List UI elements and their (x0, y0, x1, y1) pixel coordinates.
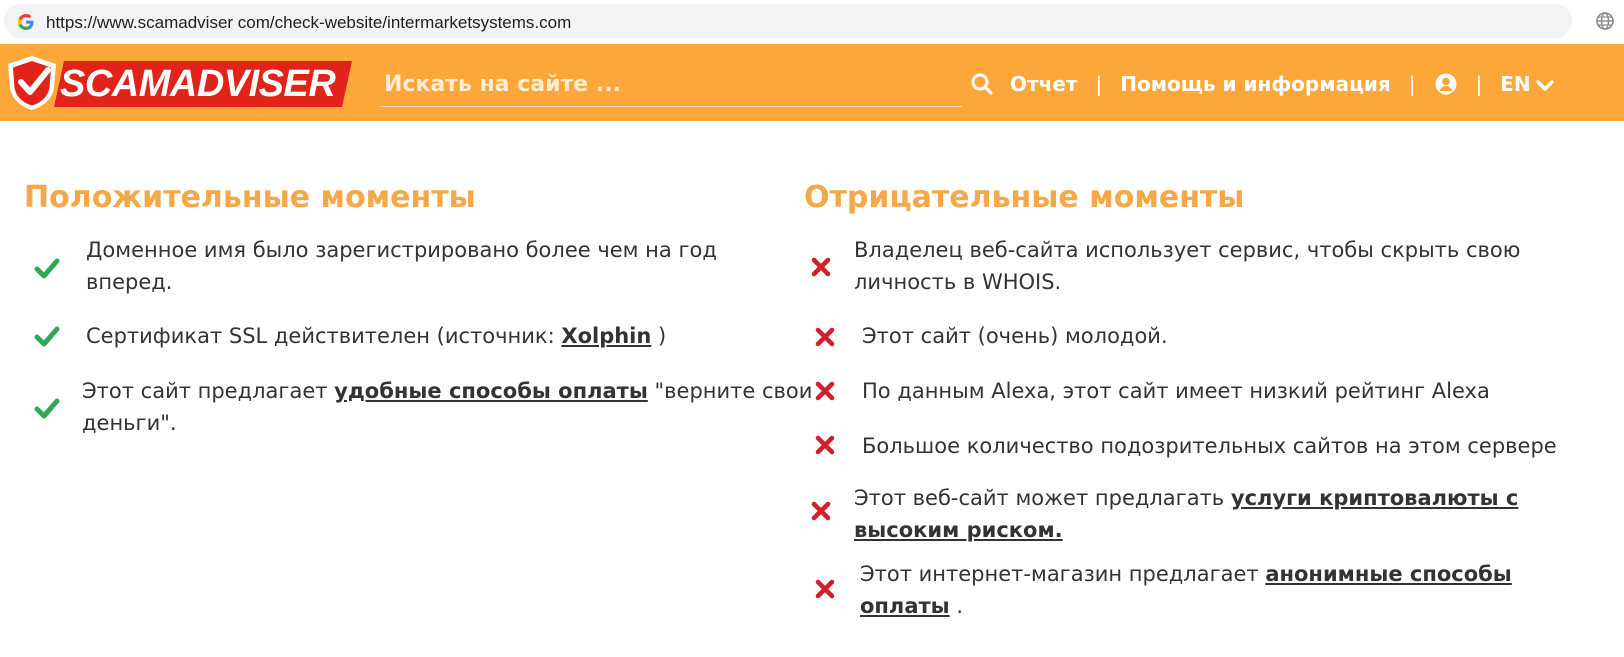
check-icon (34, 326, 60, 347)
anonymous-payment-link[interactable]: оплаты (860, 594, 950, 618)
address-bar[interactable]: https://www.scamadviser com/check-websit… (4, 4, 1572, 38)
help-info-link[interactable]: Помощь и информация (1120, 72, 1391, 96)
negative-item-text: Этот интернет-магазин предлагает (860, 562, 1266, 586)
url-text[interactable]: https://www.scamadviser com/check-websit… (46, 13, 571, 33)
logo-text: SCAMADVISER (60, 63, 336, 105)
site-search-input[interactable] (380, 62, 962, 107)
negative-item-text: По данным Alexa, этот сайт имеет низкий … (862, 379, 1490, 403)
positive-item-text: вперед. (86, 270, 173, 294)
xolphin-link[interactable]: Xolphin (561, 324, 651, 348)
positive-item-text: Сертификат SSL действителен (источник: (86, 324, 562, 348)
cross-icon (815, 381, 835, 401)
negative-item-text: Владелец веб-сайта использует сервис, чт… (854, 238, 1521, 262)
cross-icon (815, 579, 835, 599)
cross-icon (815, 327, 835, 347)
nav-separator: | (1408, 72, 1416, 96)
negative-item-text: Этот веб-сайт может предлагать (854, 486, 1231, 510)
negative-item-text: Этот сайт (очень) молодой. (862, 324, 1168, 348)
site-header: SCAMADVISER Отчет | Помощь и информация … (0, 44, 1624, 121)
language-label: EN (1500, 72, 1531, 96)
positive-item-text: Доменное имя было зарегистрировано более… (86, 238, 717, 262)
positive-item-text: Этот сайт предлагает (82, 379, 335, 403)
negative-item-text: Большое количество подозрительных сайтов… (862, 434, 1557, 458)
google-g-icon (18, 14, 34, 30)
negative-section: Отрицательные моменты (804, 180, 1244, 215)
payment-methods-link[interactable]: удобные способы оплаты (334, 379, 648, 403)
positive-item-text: "верните свои (647, 379, 813, 403)
scamadviser-logo[interactable]: SCAMADVISER (0, 50, 352, 112)
cross-icon (811, 501, 831, 521)
chevron-down-icon (1535, 79, 1554, 91)
negative-item-text: . (949, 594, 964, 618)
negative-title: Отрицательные моменты (804, 180, 1245, 215)
cross-icon (811, 257, 831, 277)
anonymous-payment-link[interactable]: анонимные способы (1265, 562, 1511, 586)
cross-icon (815, 435, 835, 455)
check-icon (34, 398, 60, 419)
browser-toolbar: https://www.scamadviser com/check-websit… (0, 0, 1624, 44)
crypto-services-link[interactable]: услуги криптовалюты с (1231, 486, 1519, 510)
shield-check-icon (8, 56, 56, 110)
nav-separator: | (1095, 72, 1103, 96)
nav-separator: | (1475, 72, 1483, 96)
report-link[interactable]: Отчет (1010, 72, 1077, 96)
header-nav: Отчет | Помощь и информация | | EN (1010, 69, 1555, 99)
positive-title: Положительные моменты (24, 180, 476, 215)
check-icon (34, 258, 60, 279)
positive-item-text: ) (651, 324, 667, 348)
search-icon[interactable] (970, 72, 994, 96)
crypto-services-link[interactable]: высоким риском. (854, 518, 1063, 542)
positive-item-text: деньги". (82, 411, 177, 435)
language-selector[interactable]: EN (1500, 72, 1554, 96)
user-account-icon[interactable] (1434, 72, 1458, 96)
globe-icon[interactable] (1596, 12, 1614, 30)
positive-section: Положительные моменты (24, 180, 476, 215)
negative-item-text: личность в WHOIS. (854, 270, 1062, 294)
